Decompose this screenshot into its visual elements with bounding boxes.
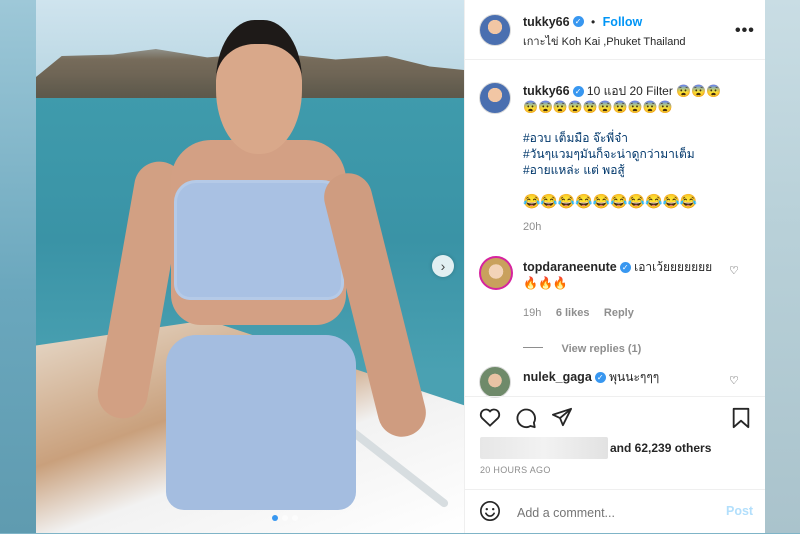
- verified-badge-icon: ✓: [619, 262, 631, 274]
- carousel-dot: [292, 515, 298, 521]
- person-shorts: [166, 335, 356, 510]
- comment-item: nulek_gaga ✓ พุนนะๆๆๆ: [523, 369, 733, 385]
- blurred-backdrop-right: [764, 0, 800, 533]
- caption-username[interactable]: tukky66: [523, 84, 570, 98]
- carousel-dot: [282, 515, 288, 521]
- comment-text: เอาเว้ยยยยยยย: [634, 260, 713, 274]
- likes-count[interactable]: and 62,239 others: [610, 440, 711, 456]
- verified-badge-icon: ✓: [572, 16, 584, 28]
- separator-dot: •: [591, 15, 596, 29]
- verified-badge-icon: ✓: [572, 86, 584, 98]
- comment-like-heart-icon[interactable]: ♡: [729, 266, 739, 277]
- verified-badge-icon: ✓: [594, 372, 606, 384]
- liked-by-redacted-names: [480, 437, 608, 459]
- location-link[interactable]: เกาะไข่ Koh Kai ,Phuket Thailand: [523, 32, 686, 50]
- carousel-dot-active: [272, 515, 278, 521]
- blurred-backdrop-left: [0, 0, 36, 533]
- share-paper-plane-icon[interactable]: [551, 407, 573, 431]
- more-options-icon[interactable]: •••: [735, 22, 755, 40]
- caption-timestamp[interactable]: 20h: [523, 221, 753, 233]
- comment-input[interactable]: [515, 502, 709, 524]
- emoji-picker-icon[interactable]: [479, 500, 501, 527]
- hashtag-link-1[interactable]: #อวบ เต็มมือ จ๊ะพี่จ๋า: [523, 130, 753, 146]
- comment-like-heart-icon[interactable]: ♡: [729, 376, 739, 387]
- post-photo[interactable]: [36, 0, 464, 533]
- add-comment-bar: Post: [465, 489, 765, 534]
- comment-avatar-topdaraneenute[interactable]: [479, 256, 513, 290]
- comment-text-line-2: 🔥🔥🔥: [523, 276, 568, 290]
- carousel-dots: [272, 515, 298, 521]
- post-header: tukky66 ✓ • Follow เกาะไข่ Koh Kai ,Phuke…: [465, 0, 765, 60]
- header-line: tukky66 ✓ • Follow: [523, 13, 642, 31]
- comment-time[interactable]: 19h: [523, 307, 541, 319]
- comment-username[interactable]: topdaraneenute: [523, 260, 617, 274]
- person-crop-top: [174, 180, 344, 300]
- caption-avatar[interactable]: [479, 82, 511, 114]
- hashtag-link-2[interactable]: #วันๆแวมๆมันก็จะน่าดูกว่ามาเต็ม: [523, 146, 753, 162]
- caption-emoji-line: 😂😂😂😂😂😂😂😂😂😂: [523, 193, 698, 209]
- post-age[interactable]: 20 HOURS AGO: [480, 465, 551, 475]
- comment-bubble-icon[interactable]: [515, 407, 537, 433]
- hashtag-link-3[interactable]: #อายแหล่ะ แต่ พอสู้: [523, 162, 753, 178]
- comment-text: พุนนะๆๆๆ: [609, 370, 660, 384]
- comment-item: topdaraneenute ✓ เอาเว้ยยยยยยย 🔥🔥🔥 19h 6 …: [523, 259, 733, 357]
- carousel-next-button[interactable]: ›: [432, 255, 454, 277]
- comment-avatar-nulek-gaga[interactable]: [479, 366, 511, 398]
- comment-likes[interactable]: 6 likes: [556, 307, 590, 319]
- person-head: [216, 20, 302, 154]
- author-avatar[interactable]: [479, 14, 511, 46]
- replies-divider: [523, 347, 543, 349]
- person-figure: [93, 20, 431, 533]
- view-replies-button[interactable]: View replies (1): [561, 343, 641, 355]
- post-comment-button[interactable]: Post: [726, 504, 753, 518]
- save-bookmark-icon[interactable]: [731, 407, 751, 433]
- post-side-panel: tukky66 ✓ • Follow เกาะไข่ Koh Kai ,Phuke…: [464, 0, 765, 533]
- author-username[interactable]: tukky66: [523, 15, 570, 29]
- caption-body: tukky66 ✓ 10 แอป 20 Filter 😨😨😨 😨😨😨😨😨😨😨😨😨😨…: [523, 83, 753, 233]
- like-heart-icon[interactable]: [479, 407, 501, 431]
- reply-button[interactable]: Reply: [604, 307, 634, 319]
- follow-button[interactable]: Follow: [603, 15, 643, 29]
- caption-line-1: 10 แอป 20 Filter 😨😨😨: [586, 84, 721, 98]
- comment-username[interactable]: nulek_gaga: [523, 370, 592, 384]
- chevron-right-icon: ›: [440, 258, 446, 274]
- caption-line-2: 😨😨😨😨😨😨😨😨😨😨: [523, 100, 673, 114]
